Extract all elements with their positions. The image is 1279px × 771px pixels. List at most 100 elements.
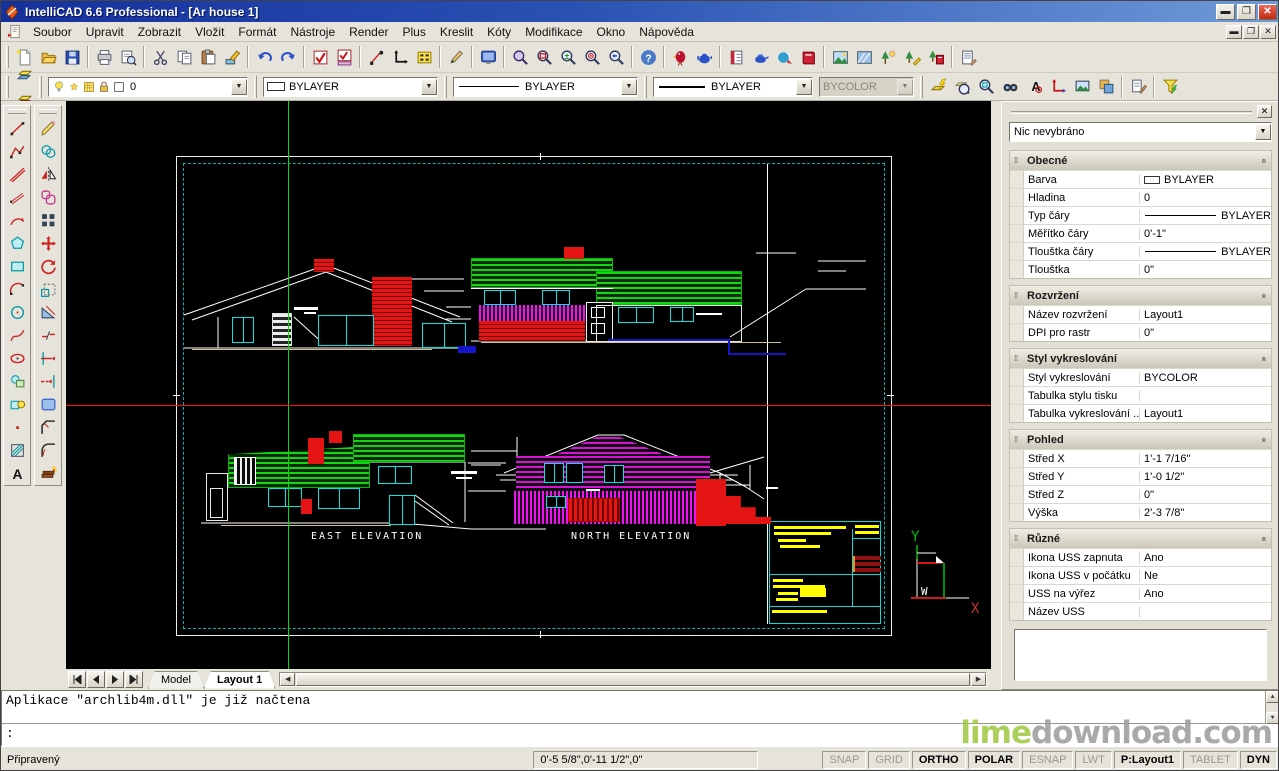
collapse-chevron-icon[interactable]: « <box>1259 437 1269 442</box>
menu-render[interactable]: Render <box>342 23 395 41</box>
menu-okno[interactable]: Okno <box>590 23 633 41</box>
render-background-button[interactable] <box>796 45 820 70</box>
toggle-lwt[interactable]: LWT <box>1075 751 1111 769</box>
close-icon[interactable]: ✕ <box>1258 4 1277 20</box>
trim-button[interactable] <box>36 347 60 370</box>
layer-by-entity-button[interactable] <box>926 74 950 99</box>
line-button[interactable] <box>5 117 29 140</box>
layer-explorer-button[interactable] <box>950 74 974 99</box>
render-bird-button[interactable] <box>668 45 692 70</box>
save-button[interactable] <box>60 45 84 70</box>
collapse-chevron-icon[interactable]: « <box>1259 158 1269 163</box>
document-icon[interactable] <box>7 24 22 39</box>
section-header[interactable]: ⁞⁞Pohled« <box>1010 430 1271 449</box>
toggle-tablet[interactable]: TABLET <box>1183 751 1238 769</box>
property-value[interactable]: Layout1 <box>1140 309 1271 321</box>
text-style-explorer-button[interactable]: A <box>1022 74 1046 99</box>
toggle-esnap[interactable]: ESNAP <box>1022 751 1073 769</box>
menu-zobrazit[interactable]: Zobrazit <box>131 23 188 41</box>
property-row[interactable]: Typ čáryBYLAYER <box>1010 206 1271 224</box>
layer-color-icon[interactable] <box>112 80 126 94</box>
undo-button[interactable] <box>252 45 276 70</box>
paste-button[interactable] <box>196 45 220 70</box>
menu-n-stroje[interactable]: Nástroje <box>283 23 342 41</box>
panel-drag-handle[interactable] <box>1011 111 1252 114</box>
move-button[interactable] <box>36 232 60 255</box>
sketch-button[interactable] <box>444 45 468 70</box>
ucs-explorer-button[interactable] <box>1046 74 1070 99</box>
property-value[interactable]: 0" <box>1140 327 1271 339</box>
text-button[interactable]: A <box>5 462 29 485</box>
hatch-button[interactable] <box>5 439 29 462</box>
property-value[interactable]: BYLAYER <box>1140 246 1271 258</box>
scale-button[interactable] <box>36 278 60 301</box>
menu-plus[interactable]: Plus <box>395 23 432 41</box>
toggle-p-layout1[interactable]: P:Layout1 <box>1114 751 1181 769</box>
explode-button[interactable] <box>36 462 60 485</box>
property-value[interactable]: Ano <box>1140 552 1271 564</box>
property-row[interactable]: USS na výřezAno <box>1010 584 1271 602</box>
toggle-snap[interactable]: SNAP <box>822 751 866 769</box>
circle-button[interactable] <box>5 301 29 324</box>
render-preferences-button[interactable] <box>724 45 748 70</box>
toggle-polar[interactable]: POLAR <box>968 751 1021 769</box>
sun-icon[interactable] <box>67 80 81 94</box>
property-row[interactable]: Styl vykreslováníBYCOLOR <box>1010 368 1271 386</box>
collapse-chevron-icon[interactable]: « <box>1259 293 1269 298</box>
property-row[interactable]: BarvaBYLAYER <box>1010 170 1271 188</box>
copy-object-button[interactable] <box>36 140 60 163</box>
zoom-extents-button[interactable] <box>580 45 604 70</box>
entity-properties-button[interactable] <box>1126 74 1150 99</box>
property-row[interactable]: Název USS <box>1010 602 1271 620</box>
zoom-window-button[interactable] <box>532 45 556 70</box>
chamfer-button[interactable] <box>36 416 60 439</box>
menu-modifikace[interactable]: Modifikace <box>518 23 589 41</box>
lineweight-combo[interactable]: BYLAYER ▼ <box>653 77 813 97</box>
offset-button[interactable] <box>36 186 60 209</box>
menu-kreslit[interactable]: Kreslit <box>433 23 480 41</box>
mirror-button[interactable] <box>36 163 60 186</box>
multiline-button[interactable] <box>5 186 29 209</box>
image-library-button[interactable] <box>924 45 948 70</box>
copy-button[interactable] <box>172 45 196 70</box>
mdi-restore-icon[interactable]: ❐ <box>1243 25 1259 39</box>
image-sky-button[interactable] <box>852 45 876 70</box>
erase-button[interactable] <box>36 117 60 140</box>
color-combo[interactable]: BYLAYER ▼ <box>263 77 438 97</box>
prev-tab-icon[interactable] <box>87 671 105 688</box>
property-value[interactable]: Layout1 <box>1140 408 1271 420</box>
polyline-button[interactable] <box>5 140 29 163</box>
property-row[interactable]: Tlouštka čáryBYLAYER <box>1010 242 1271 260</box>
property-value[interactable]: 0 <box>1140 192 1271 204</box>
property-value[interactable]: 1'-0 1/2" <box>1140 471 1271 483</box>
property-row[interactable]: Hladina0 <box>1010 188 1271 206</box>
layer-combo[interactable]: 0 ▼ <box>48 77 248 97</box>
break-button[interactable] <box>36 324 60 347</box>
render-lights-button[interactable] <box>748 45 772 70</box>
property-value[interactable]: 2'-3 7/8" <box>1140 507 1271 519</box>
hatch-icon[interactable] <box>82 80 96 94</box>
property-row[interactable]: Tabulka stylu tisku <box>1010 386 1271 404</box>
property-row[interactable]: Výška2'-3 7/8" <box>1010 503 1271 521</box>
tab-layout-1[interactable]: Layout 1 <box>204 671 275 689</box>
toggle-ortho[interactable]: ORTHO <box>912 751 966 769</box>
redo-button[interactable] <box>276 45 300 70</box>
minimize-icon[interactable]: ▬ <box>1216 4 1235 20</box>
array-button[interactable] <box>36 209 60 232</box>
property-value[interactable]: BYCOLOR <box>1140 372 1271 384</box>
horizontal-scrollbar[interactable]: ◀ ▶ <box>279 672 987 687</box>
entity-snap-button[interactable] <box>364 45 388 70</box>
zoom-previous-button[interactable] <box>604 45 628 70</box>
named-views-button[interactable] <box>1070 74 1094 99</box>
property-value[interactable]: 1'-1 7/16" <box>1140 453 1271 465</box>
lock-icon[interactable] <box>97 80 111 94</box>
property-row[interactable]: Tabulka vykreslování ...Layout1 <box>1010 404 1271 422</box>
property-row[interactable]: Ikona USS zapnutaAno <box>1010 548 1271 566</box>
property-value[interactable]: 0" <box>1140 264 1271 276</box>
section-header[interactable]: ⁞⁞Rozvržení« <box>1010 286 1271 305</box>
draw-order-button[interactable] <box>1094 74 1118 99</box>
point-button[interactable] <box>5 416 29 439</box>
mdi-minimize-icon[interactable]: ▬ <box>1226 25 1242 39</box>
format-painter-button[interactable] <box>220 45 244 70</box>
render-statistics-button[interactable] <box>956 45 980 70</box>
